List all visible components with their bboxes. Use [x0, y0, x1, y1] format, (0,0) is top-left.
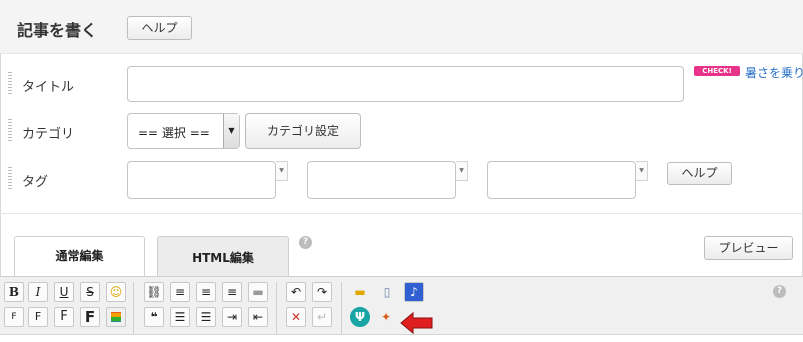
tag-dropdown-2-chevron-icon[interactable]: ▼ — [456, 161, 468, 181]
folder-icon[interactable]: ▬ — [350, 282, 370, 302]
toolbar-separator — [276, 282, 277, 334]
font-size-xlarge-icon[interactable]: F — [80, 307, 100, 327]
tag-input-2[interactable] — [307, 161, 456, 199]
horizontal-rule-icon[interactable]: ▬ — [248, 282, 268, 302]
music-icon[interactable]: ♪ — [404, 282, 424, 302]
tag-help-button[interactable]: ヘルプ — [667, 162, 732, 185]
remove-format-icon[interactable]: ✕ — [286, 307, 306, 327]
font-color-icon[interactable] — [106, 307, 126, 327]
toolbar-separator — [133, 282, 134, 334]
undo-icon[interactable]: ↶ — [286, 282, 306, 302]
quote-icon[interactable]: ❝ — [144, 307, 164, 327]
font-size-large-icon[interactable]: F — [54, 307, 74, 327]
check-link[interactable]: 暑さを乗り — [745, 64, 803, 81]
tab-html-edit[interactable]: HTML編集 — [157, 236, 289, 276]
restaurant-icon[interactable]: Ψ — [350, 307, 370, 327]
gift-icon[interactable]: ✦ — [376, 307, 396, 327]
tag-label: タグ — [22, 175, 49, 190]
category-label: カテゴリ — [22, 127, 75, 142]
line-break-icon[interactable]: ↵ — [312, 307, 332, 327]
drag-handle-title[interactable] — [8, 72, 12, 96]
tag-input-1[interactable] — [127, 161, 276, 199]
book-icon[interactable]: ▯ — [377, 282, 397, 302]
tag-input-3[interactable] — [487, 161, 636, 199]
category-select[interactable]: == 選択 == ▼ — [127, 113, 240, 149]
help-button[interactable]: ヘルプ — [127, 16, 192, 40]
check-badge: CHECK! — [694, 66, 740, 76]
link-icon[interactable]: ⛓ — [144, 282, 164, 302]
category-settings-button[interactable]: カテゴリ設定 — [245, 113, 361, 149]
tag-dropdown-1-chevron-icon[interactable]: ▼ — [276, 161, 288, 181]
red-arrow-icon — [400, 311, 433, 335]
tab-normal-edit[interactable]: 通常編集 — [14, 236, 145, 277]
underline-icon[interactable]: U — [54, 282, 74, 302]
help-icon[interactable]: ? — [299, 236, 312, 249]
emoji-icon[interactable]: ☺ — [106, 282, 126, 302]
toolbar-help-icon[interactable]: ? — [773, 285, 786, 298]
bold-icon[interactable]: B — [4, 282, 24, 302]
tag-dropdown-3-chevron-icon[interactable]: ▼ — [636, 161, 648, 181]
indent-icon[interactable]: ⇥ — [222, 307, 242, 327]
toolbar-separator — [341, 282, 342, 334]
title-input[interactable] — [127, 66, 684, 102]
font-size-medium-icon[interactable]: F — [28, 307, 48, 327]
drag-handle-tag[interactable] — [8, 167, 12, 191]
redo-icon[interactable]: ↷ — [312, 282, 332, 302]
drag-handle-category[interactable] — [8, 119, 12, 143]
page-header: 記事を書く ヘルプ — [0, 0, 803, 54]
chevron-down-icon: ▼ — [223, 114, 239, 148]
font-size-small-icon[interactable]: F — [4, 307, 24, 327]
numbered-list-icon[interactable]: ☰ — [196, 307, 216, 327]
align-center-icon[interactable]: ≡ — [196, 282, 216, 302]
italic-icon[interactable]: I — [28, 282, 48, 302]
editor-body[interactable] — [0, 334, 803, 342]
align-right-icon[interactable]: ≡ — [222, 282, 242, 302]
preview-button[interactable]: プレビュー — [704, 236, 793, 260]
outdent-icon[interactable]: ⇤ — [248, 307, 268, 327]
bullet-list-icon[interactable]: ☰ — [170, 307, 190, 327]
title-label: タイトル — [22, 80, 75, 95]
category-select-value: == 選択 == — [138, 126, 210, 140]
align-left-icon[interactable]: ≡ — [170, 282, 190, 302]
page-title: 記事を書く — [17, 21, 98, 40]
section-divider — [0, 213, 803, 214]
strikethrough-icon[interactable]: S — [80, 282, 100, 302]
